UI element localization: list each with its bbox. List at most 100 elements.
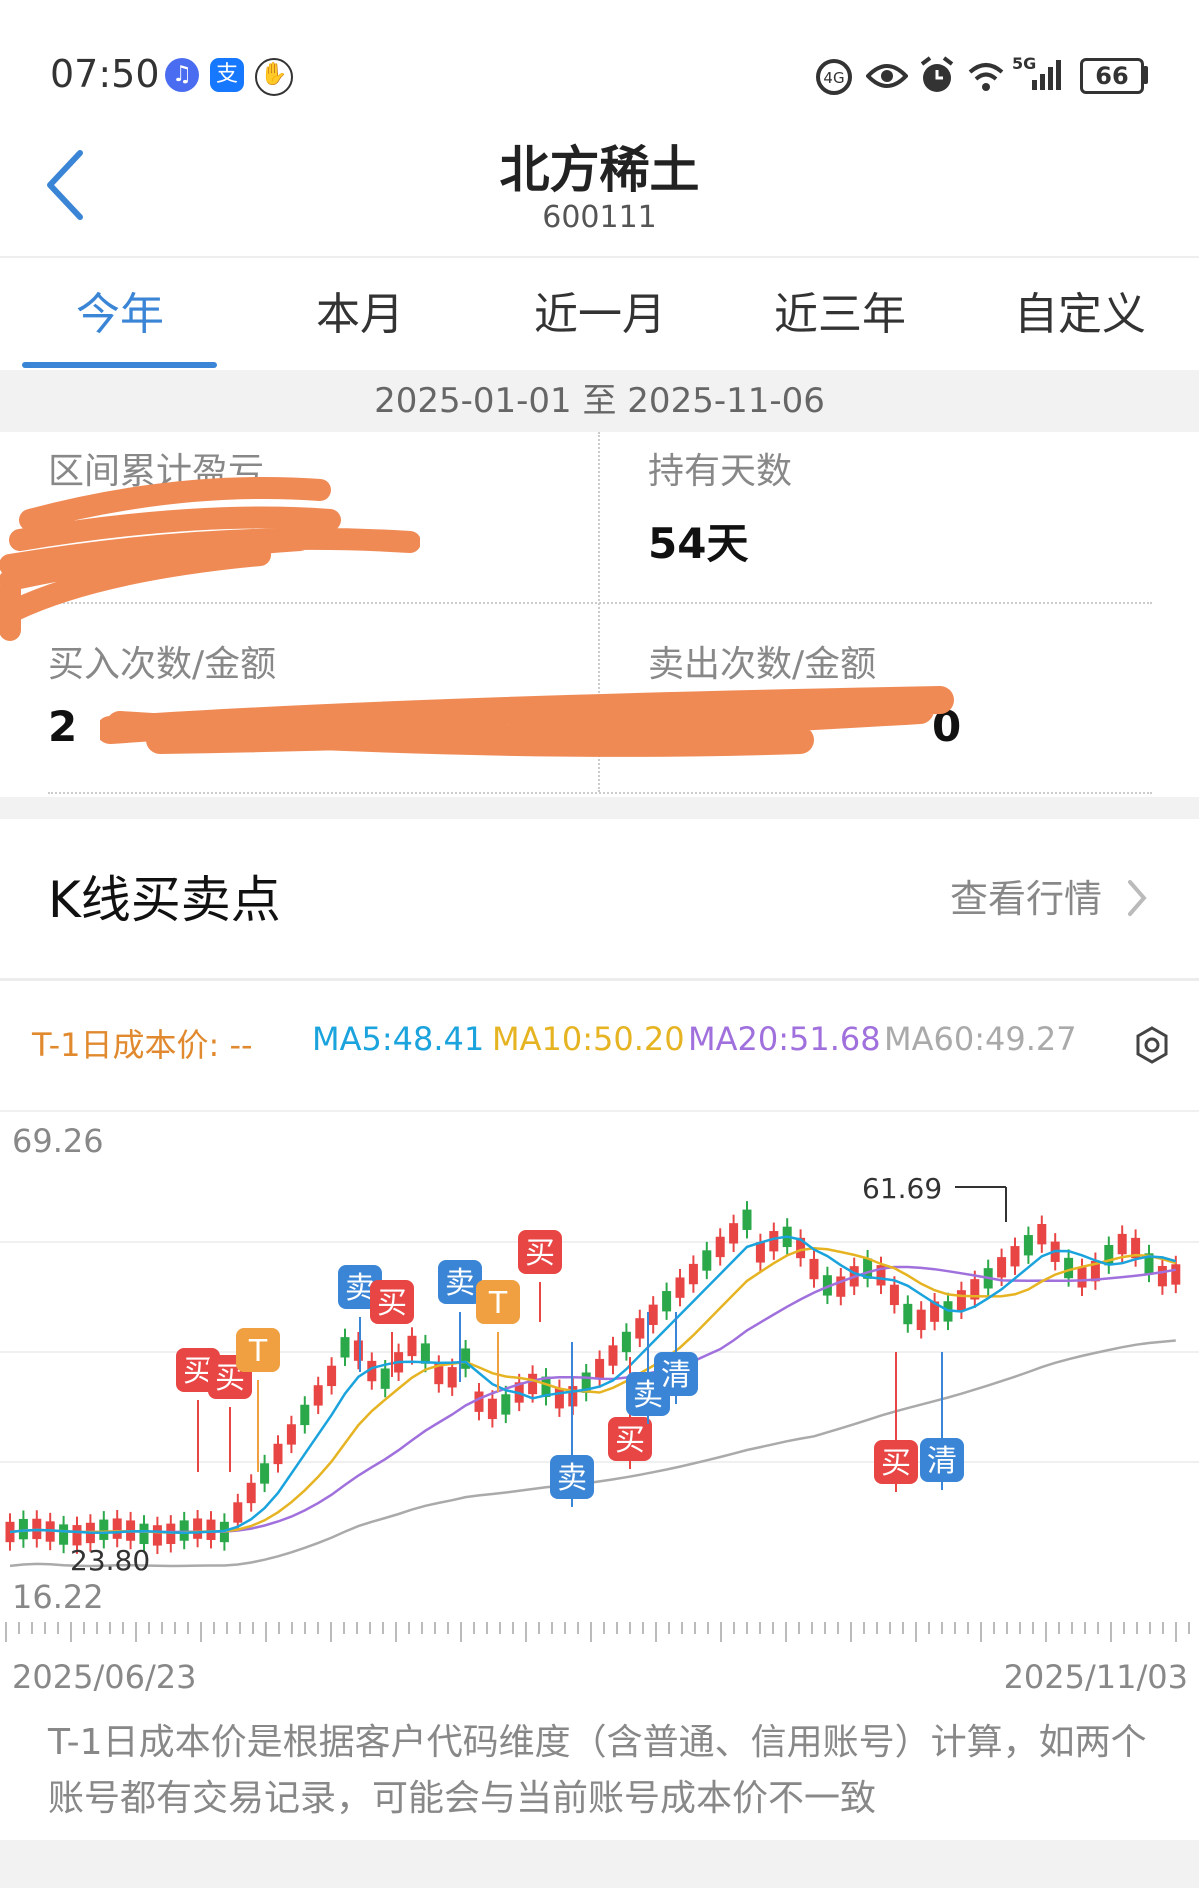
candle-body [273,1443,283,1465]
candle-body [997,1257,1007,1278]
candle-body [152,1525,162,1546]
candle-body [1171,1264,1181,1285]
t-marker-label: T [248,1334,268,1369]
candle-body [608,1345,618,1366]
tab-this-year[interactable]: 今年 [0,278,240,342]
stock-code: 600111 [542,200,657,235]
candle-body [595,1358,605,1380]
candle-body [193,1518,203,1539]
status-bar: 07:50 ♫ 支 ✋ 4G 5G 66 [0,0,1199,120]
stats-divider-1 [48,602,1152,604]
alipay-icon: 支 [210,58,244,92]
candle-body [59,1524,69,1545]
page-title: 北方稀土 [499,141,700,199]
buy-marker-label: 买 [525,1236,555,1271]
kline-section-title: K线买卖点 [48,871,281,929]
tab-custom[interactable]: 自定义 [960,278,1199,342]
ma20-legend: MA20:51.68 [688,1020,881,1058]
buy-count-amount-value: 2 [48,702,78,751]
tab-active-indicator [22,362,217,368]
candle-body [501,1394,511,1415]
battery-tip [1143,66,1148,84]
candle-body [662,1291,672,1312]
candle-body [769,1231,779,1252]
candle-body [487,1398,497,1420]
cumulative-pnl-label: 区间累计盈亏 [48,451,265,492]
redaction-scribble [0,477,420,641]
candle-body [72,1525,82,1546]
candle-body [1117,1233,1127,1255]
redaction-scribble [100,686,954,757]
candle-body [260,1463,270,1484]
candle-body [889,1284,899,1306]
ma10-legend: MA10:50.20 [492,1020,685,1058]
candle-body [420,1343,430,1364]
tab-last-month[interactable]: 近一月 [480,278,720,342]
x-end-label: 2025/11/03 [1004,1658,1188,1692]
candle-body [1023,1235,1033,1256]
peak-label: 61.69 [862,1172,942,1205]
candle-body [18,1518,28,1540]
alarm-icon [920,56,954,92]
t-marker-label: T [488,1286,508,1321]
candle-body [1037,1224,1047,1245]
tab-this-month[interactable]: 本月 [240,278,480,342]
candle-body [99,1519,109,1540]
clear-marker-label: 清 [927,1444,957,1479]
buy-count-amount-label: 买入次数/金额 [48,644,277,685]
svg-text:4G: 4G [823,69,844,87]
tab-last-three-years[interactable]: 近三年 [720,278,960,342]
candle-body [648,1304,658,1325]
settings-icon[interactable] [1132,1025,1172,1065]
sell-count-amount-value: 0 [932,702,962,751]
candle-body [554,1388,564,1409]
candle-body [286,1424,296,1445]
sell-marker-label: 卖 [445,1266,475,1301]
buy-marker-label: 买 [881,1446,911,1481]
cost-price-note: T-1日成本价是根据客户代码维度（含普通、信用账号）计算，如两个账号都有交易记录… [48,1722,1147,1819]
candle-body [340,1337,350,1358]
stats-divider-2 [48,792,1152,794]
candle-body [956,1290,966,1311]
y-min-label: 16.22 [12,1578,104,1616]
candle-body [528,1373,538,1395]
kline-chart[interactable]: 69.26 16.22 2025/06/23 2025/11/03 61.69 23.80… [0,1112,1199,1692]
chevron-right-icon[interactable] [1126,878,1148,918]
buy-marker-label: 买 [377,1286,407,1321]
candle-body [353,1340,363,1361]
candle-body [407,1335,417,1357]
low-label: 23.80 [70,1544,150,1577]
holding-days-label: 持有天数 [648,451,793,492]
candle-body [206,1519,216,1540]
buy-marker-label: 买 [615,1423,645,1458]
candle-body [635,1318,645,1339]
candle-body [300,1404,310,1426]
candle-body [1077,1267,1087,1288]
hand-icon: ✋ [255,58,293,96]
candle-body [755,1242,765,1263]
sell-count-amount-label: 卖出次数/金额 [648,644,877,685]
section-gap [0,797,1199,819]
sell-marker-label: 卖 [557,1461,587,1496]
candle-body [327,1365,337,1387]
candle-body [903,1303,913,1325]
wifi-icon [968,63,1004,91]
candle-body [702,1250,712,1271]
status-time: 07:50 [50,52,160,96]
bottom-gap [0,1840,1199,1888]
candle-body [621,1331,631,1353]
candle-body [916,1309,926,1331]
candle-body [675,1277,685,1298]
battery-icon: 66 [1080,58,1144,94]
y-max-label: 69.26 [12,1122,104,1160]
view-quote-link[interactable]: 查看行情 [950,868,1102,923]
x-start-label: 2025/06/23 [12,1658,196,1692]
candle-body [729,1223,739,1244]
cost-price-legend: T-1日成本价: -- [32,1026,253,1064]
holding-days-value: 54天 [648,519,749,568]
data-saver-icon: 4G [816,59,852,95]
candle-body [715,1236,725,1258]
eye-icon [866,64,908,88]
candle-body [447,1367,457,1388]
candle-body [1064,1257,1074,1279]
